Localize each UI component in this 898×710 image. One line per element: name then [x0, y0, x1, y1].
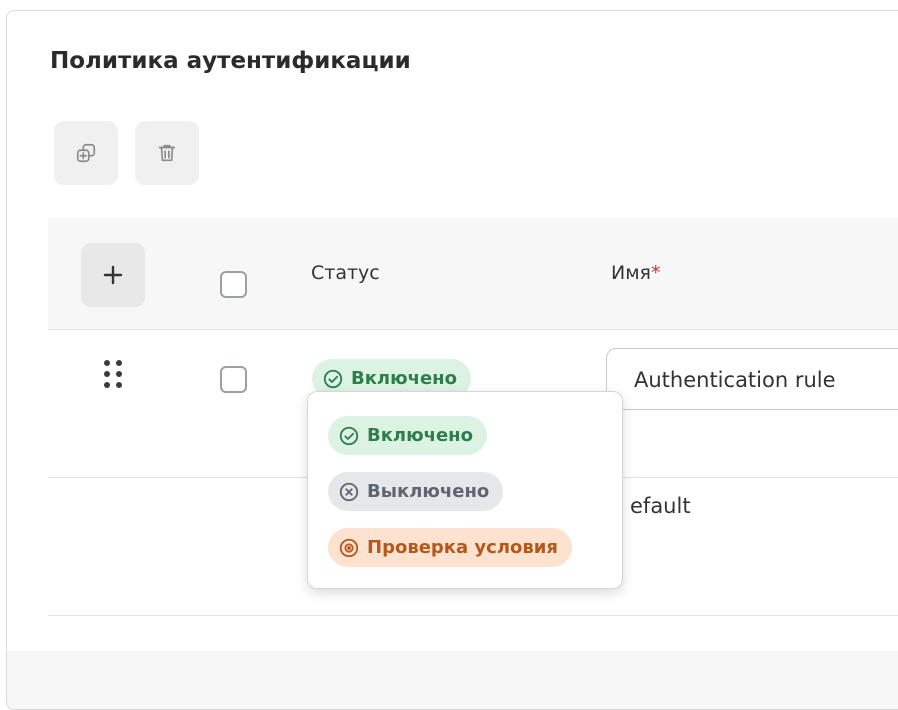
status-option-enabled[interactable]: Включено — [328, 416, 487, 455]
status-option-check[interactable]: Проверка условия — [328, 528, 572, 567]
drag-handle-icon[interactable] — [104, 360, 122, 388]
column-header-name[interactable]: Имя* — [611, 262, 660, 284]
column-header-name-label: Имя — [611, 262, 651, 284]
copy-add-icon — [76, 143, 96, 163]
status-option-label: Проверка условия — [367, 537, 558, 558]
delete-button[interactable] — [135, 121, 199, 185]
page-title: Политика аутентификации — [50, 48, 411, 74]
row-checkbox[interactable] — [220, 366, 247, 393]
add-row-button[interactable] — [81, 243, 145, 307]
rule-name-text: efault — [630, 494, 691, 518]
trash-icon — [158, 144, 176, 162]
required-mark: * — [650, 262, 661, 284]
panel-footer-band — [7, 651, 898, 709]
eye-icon — [339, 538, 359, 557]
table-header — [48, 218, 898, 330]
duplicate-button[interactable] — [54, 121, 118, 185]
select-all-checkbox[interactable] — [220, 271, 247, 298]
plus-icon — [103, 265, 123, 285]
status-option-label: Включено — [367, 425, 473, 446]
status-option-label: Выключено — [367, 481, 490, 502]
check-circle-icon — [339, 426, 359, 445]
row-divider — [48, 615, 898, 616]
rule-name-input[interactable]: Authentication rule — [606, 348, 898, 410]
x-circle-icon — [339, 482, 359, 501]
status-badge-label: Включено — [351, 368, 457, 389]
status-option-disabled[interactable]: Выключено — [328, 472, 504, 511]
column-header-status[interactable]: Статус — [311, 262, 380, 284]
check-circle-icon — [323, 369, 343, 388]
